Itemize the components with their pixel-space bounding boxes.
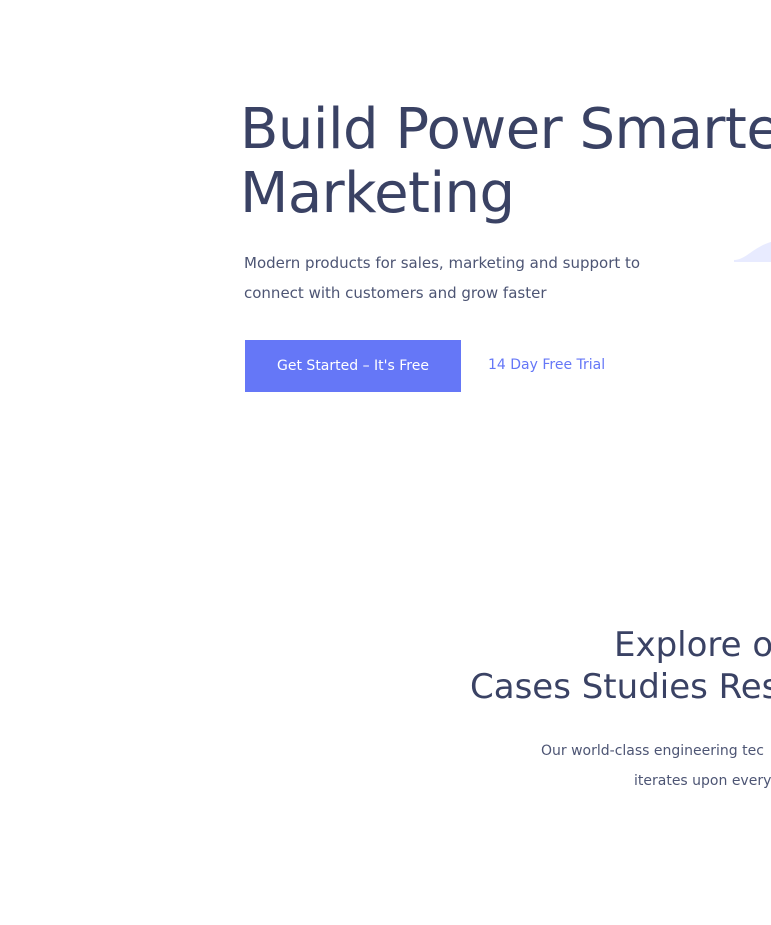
hero-title-line-2: Marketing: [240, 161, 515, 226]
case-studies-title: Explore ou Cases Studies Res: [470, 624, 771, 708]
hero-title: Build Power Smarter Marketing: [240, 98, 771, 226]
landing-page: Build Power Smarter Marketing Modern pro…: [0, 0, 771, 925]
hero-subtitle-line-2: connect with customers and grow faster: [244, 284, 547, 302]
case-studies-title-line-1: Explore ou: [614, 625, 771, 665]
case-studies-description-line-1: Our world-class engineering tec: [541, 743, 764, 759]
get-started-button[interactable]: Get Started – It's Free: [245, 340, 461, 392]
hero-subtitle-line-1: Modern products for sales, marketing and…: [244, 254, 641, 272]
decorative-wave-icon: [734, 241, 771, 262]
free-trial-link[interactable]: 14 Day Free Trial: [488, 354, 605, 376]
hero-title-line-1: Build Power Smarter: [240, 97, 771, 162]
case-studies-description: Our world-class engineering tec iterates…: [541, 736, 771, 796]
hero-subtitle: Modern products for sales, marketing and…: [244, 248, 684, 308]
case-studies-description-line-2: iterates upon every: [634, 773, 771, 789]
case-studies-title-line-2: Cases Studies Res: [470, 667, 771, 707]
